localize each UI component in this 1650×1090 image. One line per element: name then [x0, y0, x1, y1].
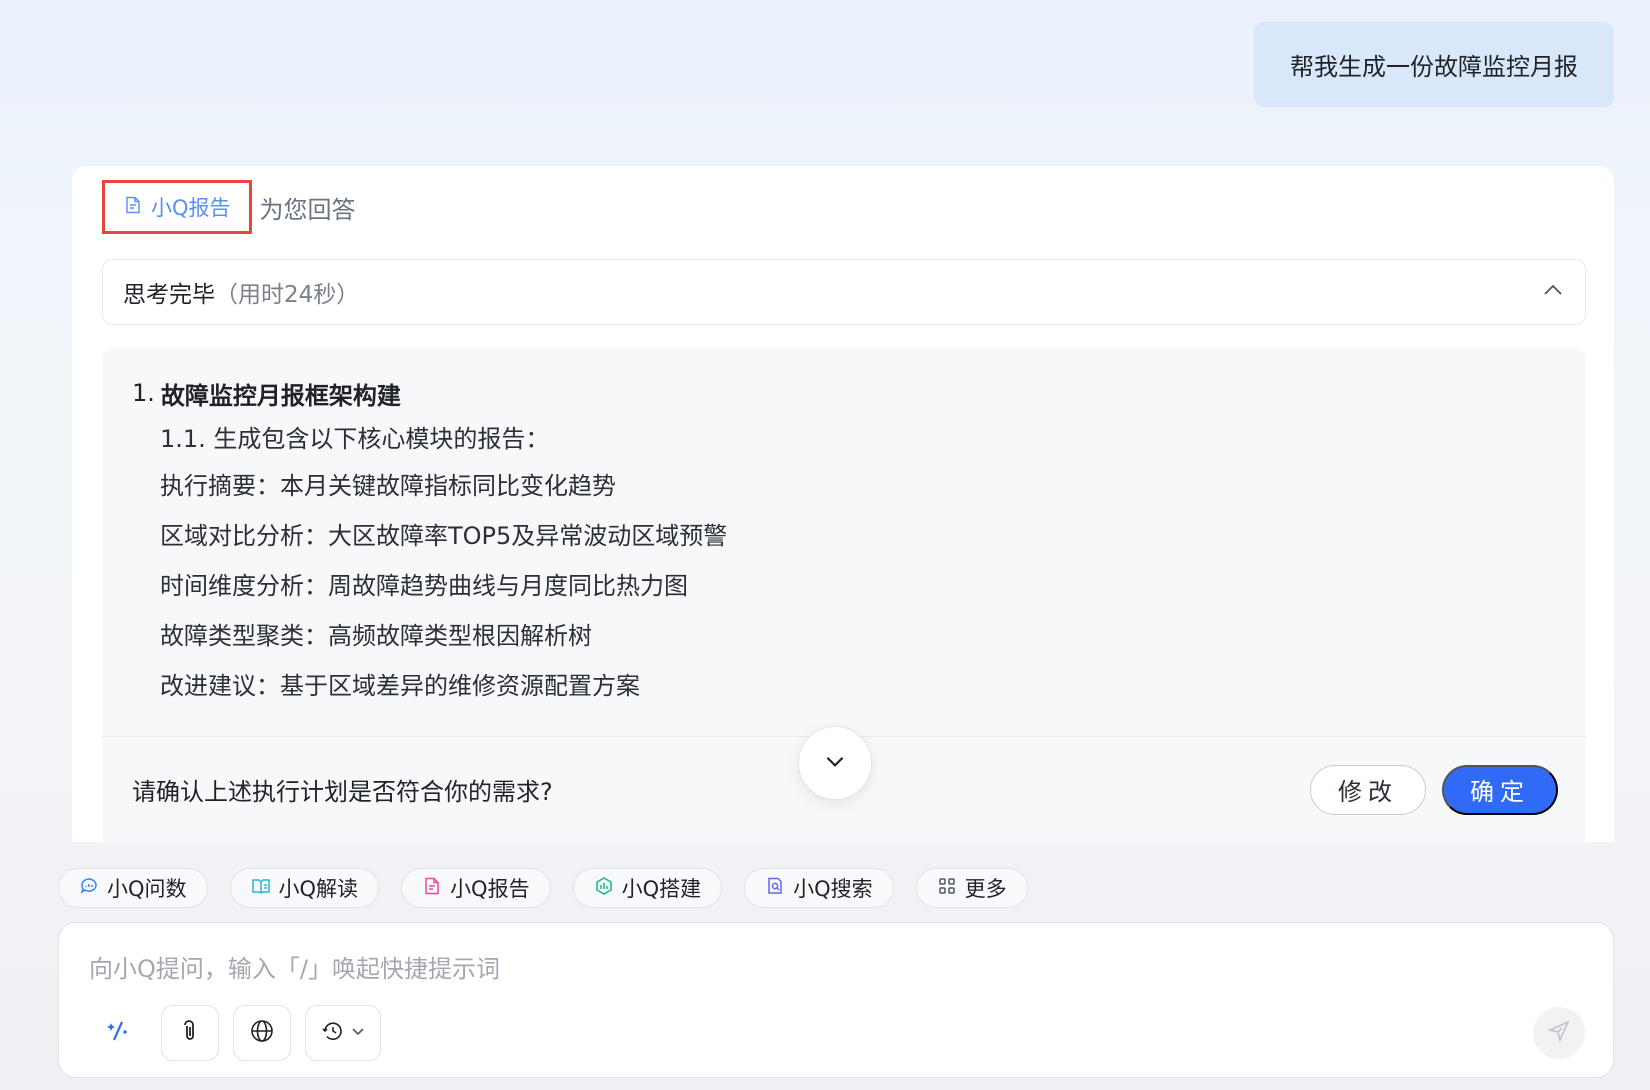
send-button[interactable]: [1533, 1007, 1585, 1059]
plan-content: 1. 故障监控月报框架构建 1.1. 生成包含以下核心模块的报告： 执行摘要：本…: [132, 372, 727, 708]
scroll-down-button[interactable]: [798, 726, 872, 800]
chip-xiaoq-jiedu[interactable]: 小Q解读: [229, 868, 380, 908]
source-suffix: 为您回答: [259, 195, 356, 224]
plan-item: 改进建议：基于区域差异的维修资源配置方案: [160, 671, 640, 700]
plan-item: 时间维度分析：周故障趋势曲线与月度同比热力图: [160, 571, 688, 600]
thinking-bar[interactable]: 思考完毕（用时24秒）: [102, 259, 1586, 325]
chip-label: 小Q解读: [278, 877, 359, 901]
chip-label: 小Q报告: [450, 877, 530, 901]
globe-icon: [249, 1018, 275, 1048]
attach-button[interactable]: [161, 1005, 219, 1061]
thinking-time: （用时24秒）: [215, 282, 360, 308]
chat-input-box: [58, 922, 1614, 1078]
chat-input[interactable]: [89, 949, 1489, 989]
source-tag[interactable]: 小Q报告: [102, 180, 252, 234]
confirm-actions: 修改 确定: [1310, 764, 1558, 815]
user-message-text: 帮我生成一份故障监控月报: [1290, 53, 1578, 81]
grid-icon: [937, 876, 957, 901]
chip-xiaoq-baogao[interactable]: 小Q报告: [401, 868, 551, 908]
send-icon: [1547, 1019, 1571, 1047]
magic-prompt-button[interactable]: [89, 1005, 147, 1061]
book-icon: [251, 876, 271, 901]
magic-wand-icon: [105, 1018, 131, 1048]
paperclip-icon: [177, 1018, 203, 1048]
plan-heading-text: 故障监控月报框架构建: [160, 381, 401, 410]
chip-label: 小Q问数: [107, 877, 187, 901]
confirm-button[interactable]: 确定: [1442, 764, 1558, 815]
confirm-question: 请确认上述执行计划是否符合你的需求?: [132, 778, 553, 806]
thinking-status: 思考完毕: [123, 282, 215, 308]
plan-heading-number: 1.: [132, 379, 155, 407]
chip-more[interactable]: 更多: [915, 868, 1028, 908]
chip-label: 更多: [964, 877, 1007, 901]
thinking-label: 思考完毕（用时24秒）: [123, 275, 359, 309]
report-icon: [123, 195, 143, 220]
modify-button[interactable]: 修改: [1310, 764, 1426, 815]
plan-item: 执行摘要：本月关键故障指标同比变化趋势: [160, 471, 616, 500]
chevron-down-icon: [350, 1023, 366, 1043]
chevron-up-icon[interactable]: [1541, 278, 1565, 306]
model-icon: [320, 1018, 346, 1048]
chip-xiaoq-sousuo[interactable]: 小Q搜索: [744, 868, 894, 908]
build-icon: [594, 876, 614, 901]
chip-xiaoq-dajian[interactable]: 小Q搭建: [572, 868, 723, 908]
search-doc-icon: [765, 876, 785, 901]
quick-chips: 小Q问数 小Q解读 小Q报告 小Q搭建 小Q搜索 更多: [58, 868, 1028, 908]
plan-item: 故障类型聚类：高频故障类型根因解析树: [160, 621, 592, 650]
answer-source-row: 小Q报告 为您回答: [102, 180, 356, 234]
plan-item: 区域对比分析：大区故障率TOP5及异常波动区域预警: [160, 521, 728, 550]
user-message-bubble: 帮我生成一份故障监控月报: [1254, 22, 1614, 107]
chip-label: 小Q搜索: [793, 877, 873, 901]
chip-label: 小Q搭建: [621, 877, 702, 901]
source-tag-label: 小Q报告: [151, 196, 231, 220]
plan-subheading: 1.1. 生成包含以下核心模块的报告：: [160, 424, 550, 453]
chip-xiaoq-wenshu[interactable]: 小Q问数: [58, 868, 208, 908]
report-icon: [422, 876, 442, 901]
chat-data-icon: [79, 876, 99, 901]
plan-heading: 1. 故障监控月报框架构建: [132, 372, 727, 414]
model-select-button[interactable]: [305, 1005, 381, 1061]
web-search-button[interactable]: [233, 1005, 291, 1061]
chevron-down-icon: [822, 748, 848, 778]
input-toolbar: [89, 1005, 381, 1061]
